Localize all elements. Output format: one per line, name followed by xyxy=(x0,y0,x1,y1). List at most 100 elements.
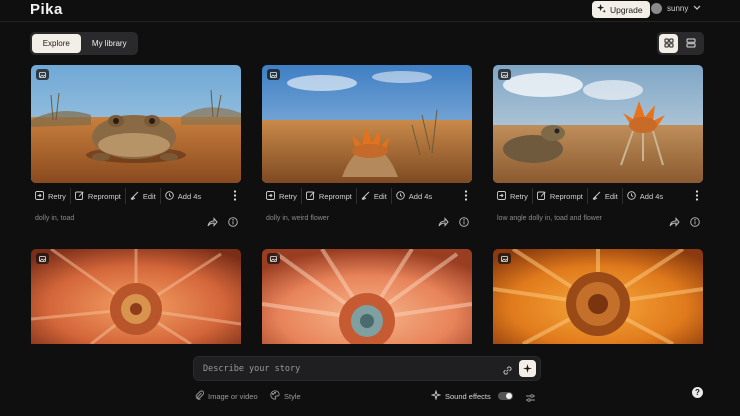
retry-label: Retry xyxy=(279,191,297,201)
user-menu[interactable]: sunny xyxy=(651,3,701,14)
list-view-button[interactable] xyxy=(681,34,700,53)
share-icon[interactable] xyxy=(207,214,218,232)
layout-toggle xyxy=(657,32,704,55)
view-tabs: Explore My library xyxy=(30,32,138,55)
sound-effects-label: Sound effects xyxy=(445,391,491,401)
sparkle-icon xyxy=(597,4,606,15)
avatar xyxy=(651,3,662,14)
top-bar: Pika Upgrade sunny xyxy=(0,0,740,22)
style-button[interactable]: Style xyxy=(270,390,301,402)
edit-button[interactable]: Edit xyxy=(126,188,161,204)
tab-explore[interactable]: Explore xyxy=(32,34,81,53)
card-action-bar: Retry Reprompt Edit Add 4s xyxy=(31,188,241,204)
add-4s-label: Add 4s xyxy=(408,191,433,201)
retry-button[interactable]: Retry xyxy=(493,188,533,204)
image-icon xyxy=(498,253,511,264)
edit-box-icon xyxy=(74,190,84,202)
video-thumbnail-orange-bloom[interactable] xyxy=(493,249,703,344)
sound-effects-icon xyxy=(430,389,442,402)
video-thumbnail-toad[interactable] xyxy=(31,65,241,183)
username: sunny xyxy=(667,4,689,13)
sound-effects-toggle[interactable]: Sound effects xyxy=(430,389,513,402)
card-meta: dolly in, toad xyxy=(31,214,241,227)
card-meta: low angle dolly in, toad and flower xyxy=(493,214,703,227)
info-icon[interactable] xyxy=(228,214,238,232)
more-options-icon[interactable] xyxy=(464,190,468,203)
timer-icon xyxy=(627,190,636,202)
tab-my-library[interactable]: My library xyxy=(83,34,136,53)
prompt-text: dolly in, toad xyxy=(35,215,75,222)
retry-label: Retry xyxy=(48,191,66,201)
sliders-icon[interactable] xyxy=(525,390,536,408)
edit-label: Edit xyxy=(373,191,387,201)
timer-icon xyxy=(396,190,405,202)
retry-icon xyxy=(497,190,506,202)
info-icon[interactable] xyxy=(459,214,469,232)
palette-icon xyxy=(270,390,280,402)
reprompt-label: Reprompt xyxy=(549,191,583,201)
retry-button[interactable]: Retry xyxy=(262,188,302,204)
reprompt-label: Reprompt xyxy=(318,191,352,201)
timer-icon xyxy=(165,190,174,202)
image-icon xyxy=(498,69,511,80)
reprompt-button[interactable]: Reprompt xyxy=(71,188,126,204)
video-thumbnail-peach-dahlia[interactable] xyxy=(262,249,472,344)
edit-label: Edit xyxy=(142,191,156,201)
prompt-text: dolly in, weird flower xyxy=(266,215,330,222)
style-label: Style xyxy=(284,391,301,401)
generate-button[interactable] xyxy=(519,360,536,377)
image-or-video-label: Image or video xyxy=(208,391,258,401)
reprompt-button[interactable]: Reprompt xyxy=(302,188,357,204)
edit-box-icon xyxy=(536,190,546,202)
card-action-bar: Retry Reprompt Edit Add 4s xyxy=(493,188,703,204)
more-options-icon[interactable] xyxy=(233,190,237,203)
video-thumbnail-weird-flower[interactable] xyxy=(262,65,472,183)
reprompt-label: Reprompt xyxy=(87,191,121,201)
paperclip-icon xyxy=(195,390,204,402)
prompt-composer xyxy=(193,356,541,381)
story-prompt-input[interactable] xyxy=(203,362,483,376)
add-4s-button[interactable]: Add 4s xyxy=(392,188,436,204)
image-icon xyxy=(36,69,49,80)
more-options-icon[interactable] xyxy=(695,190,699,203)
brush-icon xyxy=(361,191,370,202)
info-icon[interactable] xyxy=(690,214,700,232)
retry-icon xyxy=(35,190,44,202)
retry-label: Retry xyxy=(510,191,528,201)
add-4s-label: Add 4s xyxy=(177,191,202,201)
link-icon[interactable] xyxy=(502,363,513,381)
edit-label: Edit xyxy=(604,191,618,201)
video-thumbnail-toad-and-flower[interactable] xyxy=(493,65,703,183)
sound-effects-switch[interactable] xyxy=(497,392,513,400)
grid-view-button[interactable] xyxy=(659,34,678,53)
image-icon xyxy=(267,253,280,264)
card-meta: dolly in, weird flower xyxy=(262,214,472,227)
retry-button[interactable]: Retry xyxy=(31,188,71,204)
sparkle-icon xyxy=(523,360,532,378)
video-thumbnail-dahlia[interactable] xyxy=(31,249,241,344)
share-icon[interactable] xyxy=(438,214,449,232)
edit-box-icon xyxy=(305,190,315,202)
add-4s-label: Add 4s xyxy=(639,191,664,201)
brush-icon xyxy=(592,191,601,202)
add-4s-button[interactable]: Add 4s xyxy=(161,188,205,204)
retry-icon xyxy=(266,190,275,202)
chevron-down-icon xyxy=(693,4,701,13)
upgrade-label: Upgrade xyxy=(610,4,643,15)
rows-icon xyxy=(686,35,696,53)
brush-icon xyxy=(130,191,139,202)
reprompt-button[interactable]: Reprompt xyxy=(533,188,588,204)
add-4s-button[interactable]: Add 4s xyxy=(623,188,667,204)
upgrade-button[interactable]: Upgrade xyxy=(592,1,650,18)
edit-button[interactable]: Edit xyxy=(357,188,392,204)
image-icon xyxy=(36,253,49,264)
pika-logo[interactable]: Pika xyxy=(30,1,63,18)
help-button[interactable]: ? xyxy=(692,387,703,398)
card-action-bar: Retry Reprompt Edit Add 4s xyxy=(262,188,472,204)
edit-button[interactable]: Edit xyxy=(588,188,623,204)
prompt-text: low angle dolly in, toad and flower xyxy=(497,215,603,222)
share-icon[interactable] xyxy=(669,214,680,232)
image-or-video-button[interactable]: Image or video xyxy=(195,390,258,402)
grid-icon xyxy=(664,35,674,53)
image-icon xyxy=(267,69,280,80)
